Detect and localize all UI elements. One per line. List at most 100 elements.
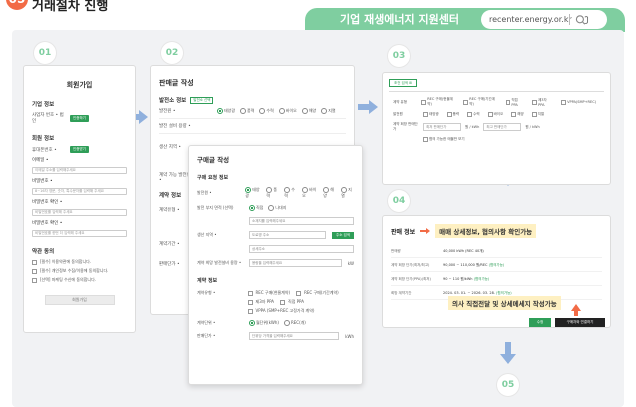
- contract-type-row: 계약유형 • REC 구매(현물계약) REC 구매(기간계약) 제3자 PPA…: [197, 290, 354, 314]
- field-label: 계약단위 •: [197, 320, 216, 325]
- site-location-input[interactable]: 소재지를 입력해주세요: [249, 217, 354, 225]
- page-title: 거래절차 진행: [32, 0, 109, 14]
- contract-type-options: REC 구매(현물계약) REC 구매(기간계약) 제3자 PPA 직접 PPA…: [247, 290, 354, 314]
- field-label: 비밀번호 확인 •: [32, 200, 63, 205]
- checkbox-option[interactable]: 바이오: [487, 112, 503, 117]
- source-radio-group[interactable]: 태양광 풍력 수력 바이오 해양 지열: [245, 187, 354, 199]
- password-repeat-field[interactable]: 비밀번호를 한번 더 입력해 주세요: [32, 230, 127, 237]
- field-label: 발전 부지 면적 (선택): [197, 205, 234, 210]
- min-price-input[interactable]: 최저 판매단가: [423, 123, 461, 131]
- radio-option[interactable]: 지열: [321, 108, 336, 114]
- radio-option[interactable]: 바이오: [302, 187, 318, 199]
- field-label: 생산 지역 •: [197, 232, 217, 237]
- site-radio-group[interactable]: 직접 나대지: [249, 205, 286, 211]
- capacity-input[interactable]: 용량을 입력해주세요: [249, 259, 342, 267]
- step-badge-1: 01: [34, 42, 56, 64]
- negotiable-filter: 협의 가능한 매물만 보기: [393, 137, 600, 142]
- field-label: 계약유형 •: [197, 290, 216, 295]
- radio-option[interactable]: 해양: [301, 108, 316, 114]
- radio-option[interactable]: 월단위(kWh): [249, 320, 279, 326]
- max-price-input[interactable]: 최고 판매단가: [483, 123, 522, 131]
- password-field[interactable]: 8~16자 영문, 숫자, 특수문자를 입력해 주세요: [32, 188, 127, 195]
- unit-label: 원 / kWh: [465, 124, 480, 129]
- field-label: 발전 설비 용량 •: [159, 124, 191, 129]
- checkbox[interactable]: [32, 277, 37, 283]
- terms-item[interactable]: [필수] 개인정보 수집/이용에 동의합니다.: [32, 268, 127, 274]
- email-field[interactable]: 이메일 주소를 입력해주세요: [32, 167, 127, 174]
- radio-option[interactable]: 해양: [323, 187, 336, 199]
- company-section-title: 기업 정보: [32, 102, 55, 108]
- terms-item[interactable]: [선택] 마케팅 수신에 동의합니다.: [32, 277, 127, 283]
- edit-button[interactable]: 수정: [529, 318, 551, 327]
- field-label: 계약 희망 발전설비 용량 •: [197, 260, 242, 265]
- source-row: 발전원 • 태양광 풍력 수력 바이오 해양 지열: [159, 108, 346, 114]
- checkbox-option[interactable]: VPPA(SMP+REC): [561, 99, 596, 105]
- checkbox-option[interactable]: 태양광: [423, 112, 439, 117]
- radio-option[interactable]: 태양광: [245, 187, 261, 199]
- radio-option[interactable]: 직접: [249, 205, 263, 211]
- checkbox-option[interactable]: REC 구매(현물계약): [247, 290, 290, 296]
- detail-address-input[interactable]: 상세주소: [249, 245, 354, 253]
- address-input[interactable]: 도로명 주소: [249, 231, 326, 239]
- radio-option[interactable]: REC(개): [283, 320, 306, 326]
- section-label: 계약 정보: [159, 193, 182, 199]
- checkbox-option[interactable]: REC 구매(현물계약): [421, 97, 455, 107]
- search-icon[interactable]: [575, 13, 589, 27]
- checkbox-option[interactable]: 수력: [467, 112, 480, 117]
- signup-submit-button[interactable]: 회원가입: [44, 295, 115, 305]
- unit-label: 원 / kWh: [525, 124, 540, 129]
- terms-item[interactable]: [필수] 이용약관에 동의합니다.: [32, 259, 127, 265]
- sale-detail-header: 판매 정보 매매 상세정보, 협의사항 확인가능: [391, 224, 537, 238]
- arrow-down-2-head: [500, 354, 516, 364]
- radio-option[interactable]: 풍력: [266, 187, 279, 199]
- checkbox[interactable]: [32, 268, 37, 274]
- checkbox-option[interactable]: 제3자 PPA: [247, 299, 274, 305]
- phone-verify-button[interactable]: 인증받기: [70, 146, 89, 153]
- contact-buyer-button[interactable]: 구매자와 연결하기: [555, 318, 605, 327]
- region-row: 생산 지역 • 도로명 주소 주소 검색: [197, 231, 354, 239]
- address-search-button[interactable]: 주소 검색: [332, 231, 354, 239]
- company-row: 사업자 번호 • 법인 인증하기: [32, 112, 127, 124]
- checkbox-option[interactable]: REC 구매(기간계약): [296, 290, 339, 296]
- source-radio-group[interactable]: 태양광 풍력 수력 바이오 해양 지열: [217, 108, 336, 114]
- radio-option[interactable]: 나대지: [268, 205, 286, 211]
- checkbox-option[interactable]: 직접 PPA: [280, 299, 304, 305]
- filter-body: 계약 유형 REC 구매(현물계약) REC 구매(기간계약) 직접 PPA 제…: [389, 91, 604, 142]
- step-badge-5: 05: [497, 374, 519, 396]
- checkbox-option[interactable]: 제3자 PPA: [532, 98, 553, 107]
- checkbox-option[interactable]: 직접 PPA: [505, 98, 525, 107]
- filter-search-tab[interactable]: 조건 검색 ⊞: [389, 79, 417, 87]
- radio-option[interactable]: 지열: [341, 187, 354, 199]
- password-confirm-field[interactable]: 비밀번호를 입력해 주세요: [32, 209, 127, 216]
- capacity-row: 발전 설비 용량 •: [159, 123, 346, 129]
- title-step-badge: 05: [6, 0, 28, 10]
- checkbox-option[interactable]: VPPA (SMP+REC 고정가격 계약): [247, 308, 314, 314]
- checkbox-option[interactable]: REC 구매(기간계약): [463, 97, 497, 107]
- purchase-request-title: 구매 요청 정보: [197, 175, 229, 181]
- member-section-title: 회원 정보: [32, 136, 55, 142]
- radio-option[interactable]: 수력: [259, 108, 274, 114]
- radio-option[interactable]: 수력: [284, 187, 297, 199]
- field-label: 발전원 •: [159, 109, 176, 114]
- site-area-row: 발전 부지 면적 (선택) 직접 나대지: [197, 205, 354, 211]
- contract-type-filter: 계약 유형 REC 구매(현물계약) REC 구매(기간계약) 직접 PPA 제…: [393, 97, 600, 107]
- field-label: 판매단가 •: [197, 333, 216, 338]
- radio-option[interactable]: 태양광: [217, 108, 235, 114]
- divider: [159, 118, 346, 119]
- radio-option[interactable]: 바이오: [278, 108, 297, 114]
- verify-button[interactable]: 인증하기: [70, 114, 89, 122]
- arrow-up-icon-body: [574, 310, 578, 316]
- center-name: 기업 재생에너지 지원센터: [340, 13, 459, 26]
- url-search-bar[interactable]: recenter.energy.or.kr: [481, 10, 607, 29]
- plant-select-tag[interactable]: 발전소 선택: [190, 96, 214, 104]
- step-badge-3: 03: [388, 45, 410, 67]
- unit-radio-group[interactable]: 월단위(kWh) REC(개): [249, 320, 306, 326]
- radio-option[interactable]: 풍력: [240, 108, 254, 114]
- checkbox-option[interactable]: 해양: [511, 112, 524, 117]
- sale-post-heading: 판매글 작성: [159, 79, 194, 87]
- checkbox-option[interactable]: 협의 가능한 매물만 보기: [423, 137, 465, 142]
- price-input[interactable]: 단위당 가격을 입력해주세요: [249, 332, 340, 340]
- checkbox[interactable]: [32, 259, 37, 265]
- checkbox-option[interactable]: 풍력: [446, 112, 459, 117]
- checkbox-option[interactable]: 지열: [531, 112, 544, 117]
